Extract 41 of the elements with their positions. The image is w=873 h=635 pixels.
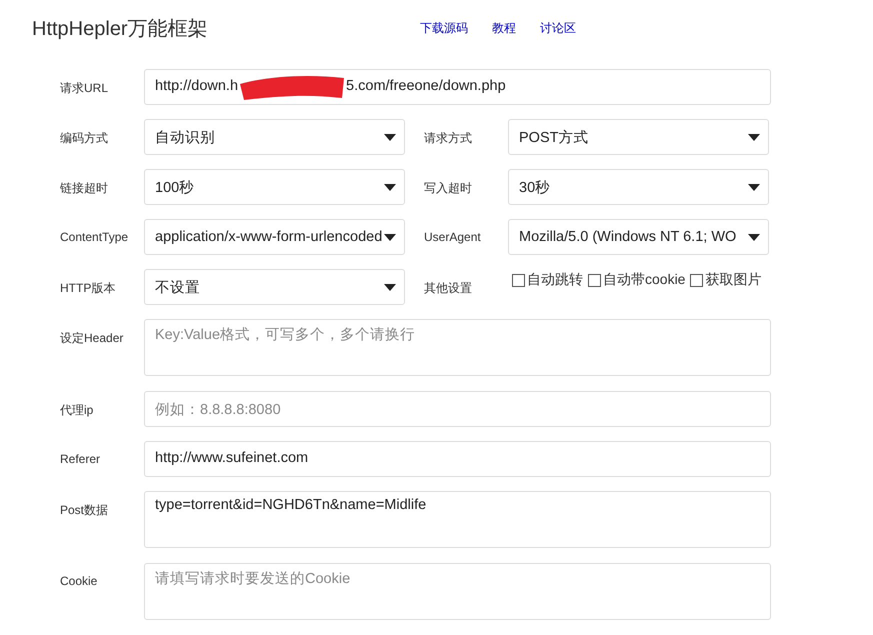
- dropdown[interactable]: 自动识别: [144, 119, 405, 155]
- field-label: 请求URL: [60, 80, 110, 97]
- field-label: Referer: [60, 452, 102, 466]
- dropdown-caret-icon: [748, 184, 760, 190]
- field-label: 写入超时: [424, 180, 473, 197]
- text-area[interactable]: type=torrent&id=NGHD6Tn&name=Midlife: [144, 491, 771, 548]
- url-field[interactable]: http://down.h 5.com/freeone/down.php: [144, 69, 771, 105]
- field-label: Cookie: [60, 574, 98, 588]
- field-label: HTTP版本: [60, 280, 116, 297]
- dropdown-caret-icon: [748, 234, 760, 240]
- dropdown-caret-icon: [384, 134, 396, 140]
- field-label: 请求方式: [424, 130, 473, 147]
- dropdown[interactable]: 100秒: [144, 169, 405, 205]
- dropdown[interactable]: 不设置: [144, 269, 405, 305]
- input-field[interactable]: 例如：8.8.8.8:8080: [144, 391, 771, 427]
- dropdown[interactable]: 30秒: [508, 169, 769, 205]
- dropdown-caret-icon: [748, 134, 760, 140]
- app-title: HttpHepler万能框架: [32, 16, 209, 42]
- field-label: 设定Header: [60, 330, 124, 347]
- dropdown[interactable]: application/x-www-form-urlencoded: [144, 219, 405, 255]
- field-label: 代理ip: [60, 402, 94, 419]
- field-label: 其他设置: [424, 280, 473, 297]
- nav-link[interactable]: 教程: [492, 20, 516, 36]
- nav-link[interactable]: 讨论区: [540, 20, 576, 36]
- checkbox-option[interactable]: 自动跳转: [512, 271, 583, 289]
- dropdown-caret-icon: [384, 234, 396, 240]
- field-label: ContentType: [60, 230, 130, 244]
- dropdown-caret-icon: [384, 184, 396, 190]
- field-label: 链接超时: [60, 180, 109, 197]
- text-area[interactable]: 请填写请求时要发送的Cookie: [144, 563, 771, 620]
- text-area[interactable]: Key:Value格式，可写多个，多个请换行: [144, 319, 771, 376]
- checkbox-option[interactable]: 自动带cookie: [588, 271, 686, 289]
- input-field[interactable]: http://www.sufeinet.com: [144, 441, 771, 477]
- dropdown[interactable]: POST方式: [508, 119, 769, 155]
- dropdown[interactable]: Mozilla/5.0 (Windows NT 6.1; WO: [508, 219, 769, 255]
- field-label: 编码方式: [60, 130, 109, 147]
- dropdown-caret-icon: [384, 284, 396, 290]
- nav-link[interactable]: 下载源码: [420, 20, 468, 36]
- field-label: UserAgent: [424, 230, 482, 244]
- checkbox-option[interactable]: 获取图片: [690, 271, 762, 289]
- field-label: Post数据: [60, 502, 110, 519]
